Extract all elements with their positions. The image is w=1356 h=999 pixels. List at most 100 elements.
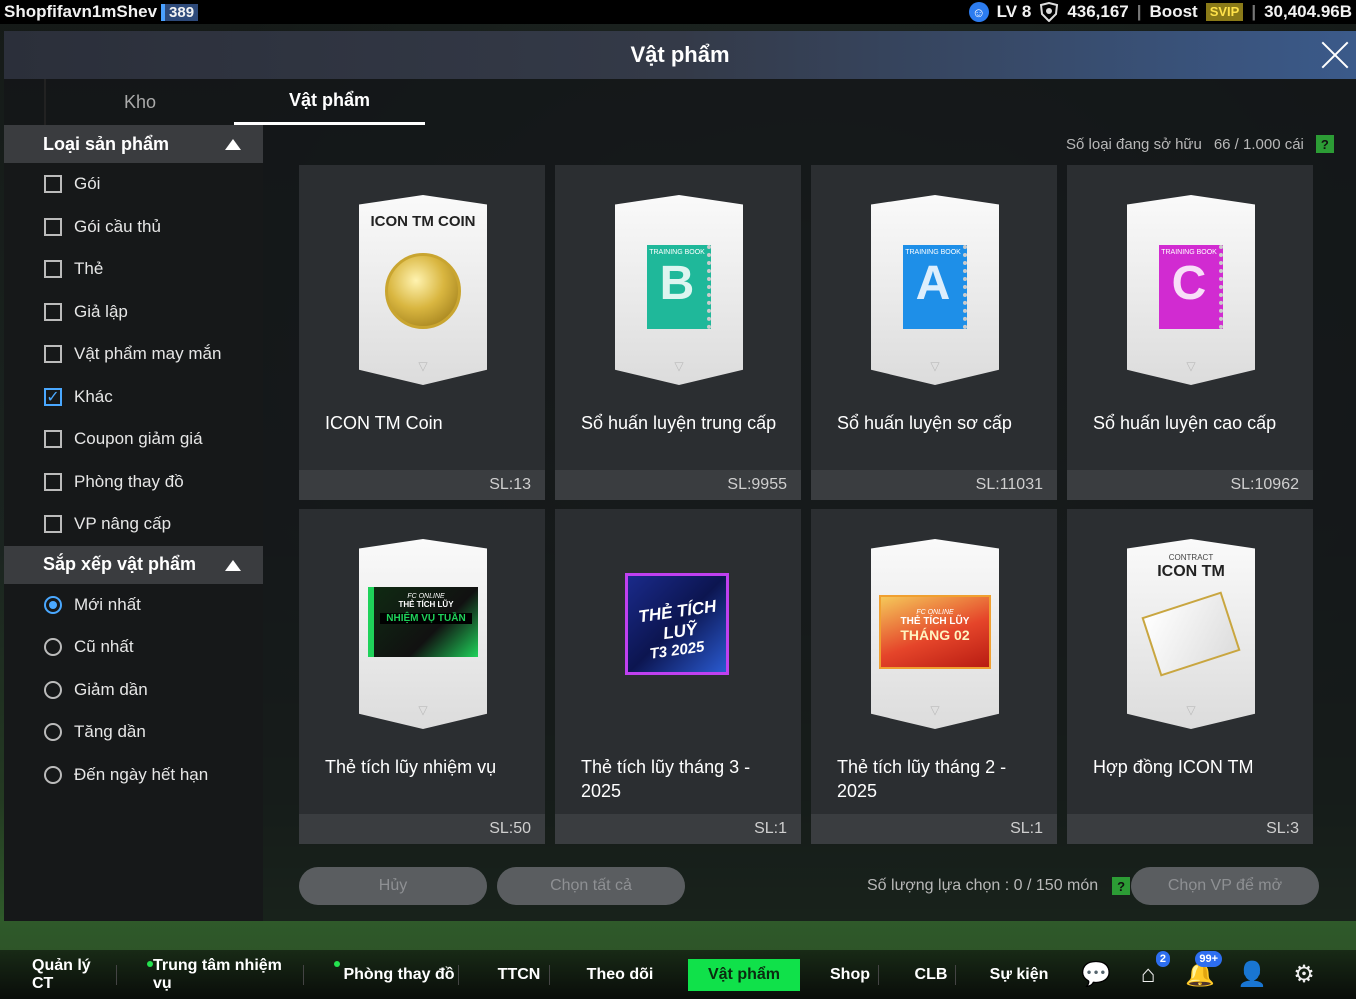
item-art: ▽ FC ONLINE THẺ TÍCH LŨY THÁNG 02 (871, 539, 999, 729)
coins-value: 436,167 (1067, 2, 1129, 21)
item-name: Sổ huấn luyện sơ cấp (837, 413, 1012, 433)
nav-label: TTCN (497, 965, 541, 983)
book-letter: A (915, 257, 951, 310)
item-name: Hợp đồng ICON TM (1093, 757, 1254, 777)
checkbox[interactable] (44, 260, 62, 279)
tab-kho[interactable]: Kho (44, 79, 234, 125)
item-card[interactable]: ▽ TRAINING BOOK C Sổ huấn luyện cao cấp SL:1… (1067, 165, 1313, 500)
item-card[interactable]: ▽ TRAINING BOOK B Sổ huấn luyện trung cấp SL… (555, 165, 801, 500)
nav-item[interactable]: Phòng thay đồ (334, 959, 458, 991)
book-letter: C (1171, 257, 1207, 310)
select-all-button[interactable]: Chọn tất cả (497, 867, 685, 905)
home-icon[interactable]: ⌂ 2 (1132, 950, 1170, 991)
sort-option[interactable]: Đến ngày hết hạn (4, 754, 263, 797)
nav-divider (549, 964, 550, 985)
item-card[interactable]: ▽ ICON TM COIN ICON TM Coin SL:13 (299, 165, 545, 500)
notification-dot (147, 960, 153, 967)
sort-option[interactable]: Giảm dần (4, 669, 263, 712)
item-art: ▽ FC ONLINE THẺ TÍCH LŨY NHIỆM VỤ TUẦN (359, 539, 487, 729)
category-option[interactable]: Gói cầu thủ (4, 206, 263, 249)
nav-item[interactable]: TTCN (489, 959, 549, 991)
option-label: Phòng thay đồ (74, 471, 184, 491)
action-bar: Hủy Chọn tất cả Số lượng lựa chọn : 0 / … (299, 867, 1319, 905)
category-section-header[interactable]: Loại sản phẩm (4, 125, 263, 163)
shield-icon (1040, 2, 1059, 22)
item-card[interactable]: ▽ FC ONLINE THẺ TÍCH LŨY NHIỆM VỤ TUẦN Thẻ t… (299, 509, 545, 844)
checkbox[interactable] (44, 175, 62, 194)
user-badge: 389 (161, 3, 199, 21)
radio-button[interactable] (44, 638, 62, 657)
option-label: Vật phẩm may mắn (74, 344, 222, 364)
option-label: Gói cầu thủ (74, 216, 161, 236)
open-items-button[interactable]: Chọn VP để mở (1131, 867, 1319, 905)
smile-icon: ☺ (968, 2, 989, 22)
card-frame: ▽ FC ONLINE THẺ TÍCH LŨY NHIỆM VỤ TUẦN (359, 539, 487, 729)
close-button[interactable] (1320, 39, 1350, 69)
sort-option[interactable]: Tăng dần (4, 711, 263, 754)
nav-item[interactable]: Shop (822, 959, 878, 991)
checkbox[interactable] (44, 472, 62, 491)
nav-divider (116, 964, 117, 985)
radio-button[interactable] (44, 765, 62, 784)
nav-label: Shop (830, 965, 870, 983)
checkbox[interactable] (44, 515, 62, 534)
checkbox[interactable] (44, 302, 62, 321)
item-card[interactable]: ▽ TRAINING BOOK A Sổ huấn luyện sơ cấp SL:11… (811, 165, 1057, 500)
nav-item[interactable]: Theo dõi (580, 959, 660, 991)
item-art: ▽ TRAINING BOOK B (615, 195, 743, 385)
category-option[interactable]: Giả lập (4, 291, 263, 334)
item-card[interactable]: ▽ FC ONLINE THẺ TÍCH LŨY THÁNG 02 Thẻ tích l… (811, 509, 1057, 844)
owned-value: 66 / 1.000 cái (1213, 135, 1304, 153)
option-label: Giảm dần (74, 679, 148, 699)
nav-item[interactable]: Trung tâm nhiệm vụ (147, 957, 303, 992)
checkbox[interactable] (44, 217, 62, 236)
coin-icon (385, 253, 461, 329)
category-option[interactable]: VP nâng cấp (4, 503, 263, 546)
tab-vat-pham[interactable]: Vật phẩm (234, 79, 425, 125)
checkbox[interactable] (44, 430, 62, 449)
category-option[interactable]: Thẻ (4, 248, 263, 291)
window-title: Vật phẩm (630, 42, 730, 67)
nav-divider (955, 964, 956, 985)
category-option[interactable]: Phòng thay đồ (4, 461, 263, 504)
sort-option[interactable]: Mới nhất (4, 584, 263, 627)
card-frame: ▽ FC ONLINE THẺ TÍCH LŨY THÁNG 02 (871, 539, 999, 729)
notification-bell-icon[interactable]: 🔔 99+ (1184, 950, 1222, 991)
option-label: Cũ nhất (74, 637, 134, 657)
fc-logo-icon: ▽ (674, 359, 684, 373)
radio-button[interactable] (44, 680, 62, 699)
category-option[interactable]: ✓ Khác (4, 376, 263, 419)
cancel-button[interactable]: Hủy (299, 867, 487, 905)
option-label: Tăng dần (74, 722, 146, 742)
nav-label: Phòng thay đồ (343, 965, 455, 983)
owned-count: Số loại đang sở hữu 66 / 1.000 cái ? (1066, 135, 1334, 153)
nav-item[interactable]: Vật phẩm (688, 958, 800, 991)
nav-item[interactable]: Quản lý CT (32, 957, 116, 992)
checkbox[interactable] (44, 345, 62, 364)
radio-button[interactable] (44, 595, 62, 614)
option-label: Khác (74, 386, 113, 406)
settings-gear-icon[interactable]: ⚙ (1288, 959, 1320, 991)
item-card[interactable]: THẺ TÍCH LUỸ T3 2025 Thẻ tích lũy tháng 3 … (555, 509, 801, 844)
checkbox[interactable]: ✓ (44, 387, 62, 406)
item-art: THẺ TÍCH LUỸ T3 2025 (615, 539, 743, 729)
item-name: Sổ huấn luyện cao cấp (1093, 413, 1277, 433)
help-icon[interactable]: ? (1112, 877, 1131, 895)
item-name: Sổ huấn luyện trung cấp (581, 413, 777, 433)
category-option[interactable]: Vật phẩm may mắn (4, 333, 263, 376)
item-card[interactable]: ▽ CONTRACT ICON TM Hợp đồng ICON TM SL:3 (1067, 509, 1313, 844)
nav-item[interactable]: Sự kiện (984, 959, 1054, 991)
profile-icon[interactable]: 👤 (1236, 959, 1268, 991)
fc-logo-icon: ▽ (1186, 359, 1196, 373)
category-option[interactable]: Gói (4, 163, 263, 206)
radio-button[interactable] (44, 723, 62, 742)
category-option[interactable]: Coupon giảm giá (4, 418, 263, 461)
item-quantity: SL:11031 (811, 470, 1057, 500)
chat-icon[interactable]: 💬 (1080, 959, 1112, 991)
nav-item[interactable]: CLB (907, 959, 955, 991)
nav-divider (878, 964, 879, 985)
inventory-panel: Kho Vật phẩm Loại sản phẩm Gói Gói cầu th… (4, 79, 1356, 921)
sort-option[interactable]: Cũ nhất (4, 626, 263, 669)
help-icon[interactable]: ? (1315, 135, 1334, 153)
sort-section-header[interactable]: Sắp xếp vật phẩm (4, 545, 263, 584)
